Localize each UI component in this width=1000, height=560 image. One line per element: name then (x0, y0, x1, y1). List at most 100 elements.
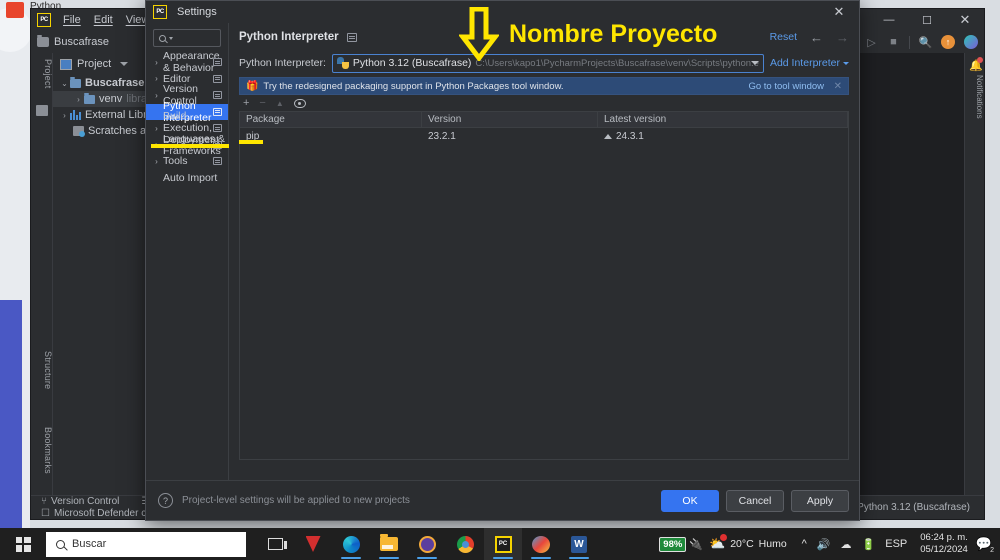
library-icon (70, 110, 81, 120)
taskbar-app-paint3d[interactable] (522, 528, 560, 560)
chevron-down-icon[interactable] (750, 61, 759, 65)
module-badge-icon (212, 124, 222, 133)
upgrade-package-button[interactable]: ▲ (276, 99, 284, 108)
stop-icon[interactable]: ■ (887, 36, 900, 49)
minimize-button[interactable]: — (870, 9, 908, 31)
menu-edit[interactable]: Edit (94, 14, 113, 26)
cancel-button[interactable]: Cancel (726, 489, 784, 512)
notifications-stripe[interactable]: 🔔 Notifications (964, 53, 984, 495)
reset-link[interactable]: Reset (770, 31, 797, 43)
notification-badge (977, 57, 983, 63)
wallpaper-blue-band (0, 300, 22, 528)
chevron-right-icon[interactable]: › (73, 95, 84, 104)
ok-button[interactable]: OK (661, 489, 719, 512)
toolbar-divider (909, 35, 910, 49)
task-view-button[interactable] (256, 528, 294, 560)
remove-package-button[interactable]: − (259, 97, 265, 109)
task-view-icon (267, 538, 287, 550)
chevron-right-icon[interactable]: › (151, 124, 162, 133)
battery-indicator[interactable]: 98% 🔌 (659, 536, 703, 552)
system-tray: 98% 🔌 ⛅ 20°C Humo ^ 🔊 ☁ 🔋 ESP 06:24 p. m… (659, 528, 1000, 560)
volume-icon[interactable]: 🔊 (817, 538, 831, 551)
app-running-indicator (569, 556, 589, 559)
taskbar-app-mcafee[interactable] (294, 528, 332, 560)
settings-detail-panel: Python Interpreter Reset ← → Python Inte… (228, 23, 859, 480)
stripe-tab-bookmarks[interactable]: Bookmarks (31, 423, 53, 478)
column-header-latest-version[interactable]: Latest version (598, 112, 848, 127)
start-button[interactable] (0, 528, 46, 560)
chrome-icon (456, 535, 474, 553)
settings-item-tools[interactable]: › Tools (146, 153, 228, 170)
language-indicator[interactable]: ESP (885, 538, 907, 550)
chevron-right-icon[interactable]: › (59, 111, 70, 120)
table-row[interactable]: pip 23.2.1 24.3.1 (240, 128, 848, 144)
taskbar-app-explorer[interactable] (370, 528, 408, 560)
taskbar-app-purple[interactable] (408, 528, 446, 560)
status-interpreter[interactable]: Python 3.12 (Buscafrase) (857, 502, 970, 513)
status-version-control[interactable]: ⑂ Version Control ☰ (41, 496, 150, 507)
weather-temperature: 20°C (730, 538, 754, 550)
search-icon[interactable]: 🔍 (919, 36, 933, 49)
add-package-button[interactable]: + (243, 97, 249, 109)
add-interpreter-button[interactable]: Add Interpreter (770, 57, 849, 69)
maximize-button[interactable]: ☐ (908, 9, 946, 31)
search-icon (159, 34, 166, 42)
interpreter-path: C:\Users\kapo1\PycharmProjects\Buscafras… (475, 57, 759, 69)
network-disconnected-icon[interactable]: ☁ (841, 538, 852, 551)
add-interpreter-label: Add Interpreter (769, 57, 840, 69)
chevron-right-icon[interactable]: › (151, 58, 162, 67)
show-hidden-icons-chevron-up-icon[interactable]: ^ (802, 538, 807, 550)
taskbar-app-word[interactable]: W (560, 528, 598, 560)
clock[interactable]: 06:24 p. m. 05/12/2024 (920, 532, 968, 556)
weather-condition: Humo (758, 538, 787, 550)
banner-close-icon[interactable]: ✕ (834, 81, 842, 92)
chevron-down-icon[interactable] (169, 36, 173, 40)
folder-icon (84, 92, 95, 104)
file-explorer-icon (380, 534, 398, 551)
chevron-down-icon[interactable]: ⌄ (59, 79, 70, 88)
dialog-main: › Appearance & Behavior › Editor › Versi… (146, 23, 859, 480)
settings-search-input[interactable] (153, 29, 221, 47)
column-header-package[interactable]: Package (240, 112, 422, 127)
banner-link[interactable]: Go to tool window (748, 81, 824, 92)
settings-item-auto-import[interactable]: Auto Import (146, 170, 228, 187)
close-button[interactable]: ✕ (946, 9, 984, 31)
taskbar-app-chrome[interactable] (446, 528, 484, 560)
column-header-version[interactable]: Version (422, 112, 598, 127)
chevron-right-icon[interactable]: › (151, 74, 162, 83)
battery-tray-icon[interactable]: 🔋 (862, 538, 876, 551)
module-badge-icon (212, 91, 222, 100)
stripe-tab-structure[interactable]: Structure (31, 347, 53, 393)
action-center-button[interactable]: 💬 2 (976, 536, 994, 554)
help-button[interactable]: ? (158, 493, 173, 508)
annotation-label: Nombre Proyecto (509, 20, 718, 48)
back-arrow-icon[interactable]: ← (810, 30, 823, 45)
taskbar-app-edge[interactable] (332, 528, 370, 560)
settings-item-appearance[interactable]: › Appearance & Behavior (146, 50, 228, 74)
menu-file[interactable]: File (63, 14, 81, 26)
stripe-folder-icon[interactable] (36, 105, 48, 116)
paint3d-icon (532, 535, 550, 553)
coverage-icon[interactable]: ▷ (865, 36, 878, 49)
interpreter-select[interactable]: Python 3.12 (Buscafrase) C:\Users\kapo1\… (331, 53, 764, 73)
tree-item-label: Buscafrase (85, 77, 145, 89)
forward-arrow-icon[interactable]: → (836, 30, 849, 45)
chevron-right-icon[interactable]: › (151, 157, 162, 166)
taskbar-search-input[interactable]: Buscar (46, 531, 246, 557)
apply-button[interactable]: Apply (791, 489, 849, 512)
desktop-icon-python[interactable] (6, 2, 24, 18)
cell-package: pip (245, 130, 260, 142)
update-icon[interactable]: ↑ (941, 35, 955, 49)
stripe-tab-project[interactable]: Project (31, 55, 53, 92)
chevron-down-icon (843, 61, 849, 65)
chevron-right-icon[interactable]: › (151, 91, 162, 100)
taskbar-app-pycharm[interactable]: PC (484, 528, 522, 560)
packages-table[interactable]: Package Version Latest version pip 23.2.… (238, 112, 849, 460)
weather-widget[interactable]: ⛅ 20°C Humo (709, 534, 787, 552)
chevron-down-icon[interactable] (120, 62, 129, 66)
eye-icon[interactable] (293, 98, 306, 108)
app-running-indicator (379, 556, 399, 559)
settings-dialog: PC Settings ✕ › Appearance & Behavior › … (145, 0, 860, 521)
ai-assistant-icon[interactable] (964, 35, 978, 49)
dialog-close-button[interactable]: ✕ (819, 1, 859, 23)
